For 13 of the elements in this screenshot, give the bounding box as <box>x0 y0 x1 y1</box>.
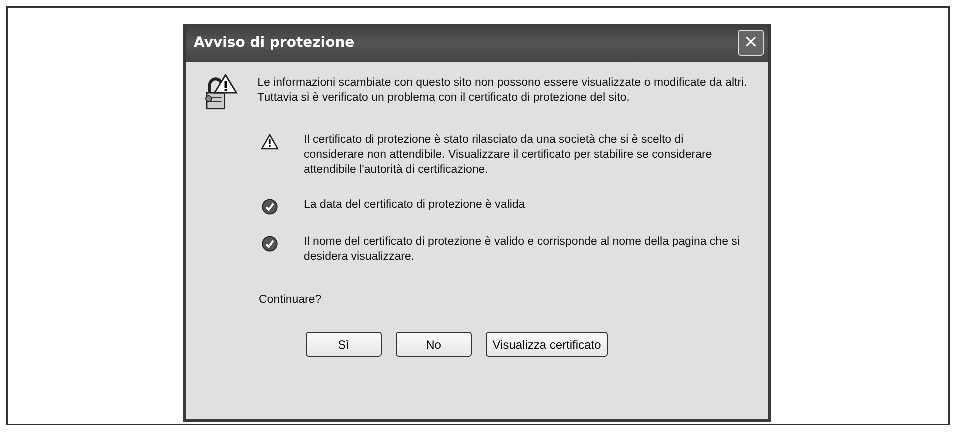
status-text: Il certificato di protezione è stato rilasciato da una società che si è scelto di considerare non attendibile. Visualizzare il certificato per stabilire se considerare attendibile l'autorità di certificazione. <box>304 133 714 178</box>
window-title: Avviso di protezione <box>194 35 355 51</box>
check-icon <box>261 199 279 215</box>
close-button[interactable]: ✕ <box>738 30 764 56</box>
status-text: La data del certificato di protezione è valida <box>304 198 526 213</box>
status-text: Il nome del certificato di protezione è valido e corrisponde al nome della pagina che si desidera visualizzare. <box>304 235 741 265</box>
check-icon <box>261 236 279 252</box>
dialog-button[interactable]: Sì <box>306 332 382 357</box>
dialog-button[interactable]: No <box>396 332 472 357</box>
question-text: Continuare? <box>259 293 323 308</box>
dialog-button[interactable]: Visualizza certificato <box>486 332 608 357</box>
intro-text: Le informazioni scambiate con questo sito non possono essere visualizzate o modificate da altri. Tuttavia si è verificato un problema con il certificato di protezione del sito. <box>258 76 748 106</box>
warning-icon <box>261 134 279 150</box>
